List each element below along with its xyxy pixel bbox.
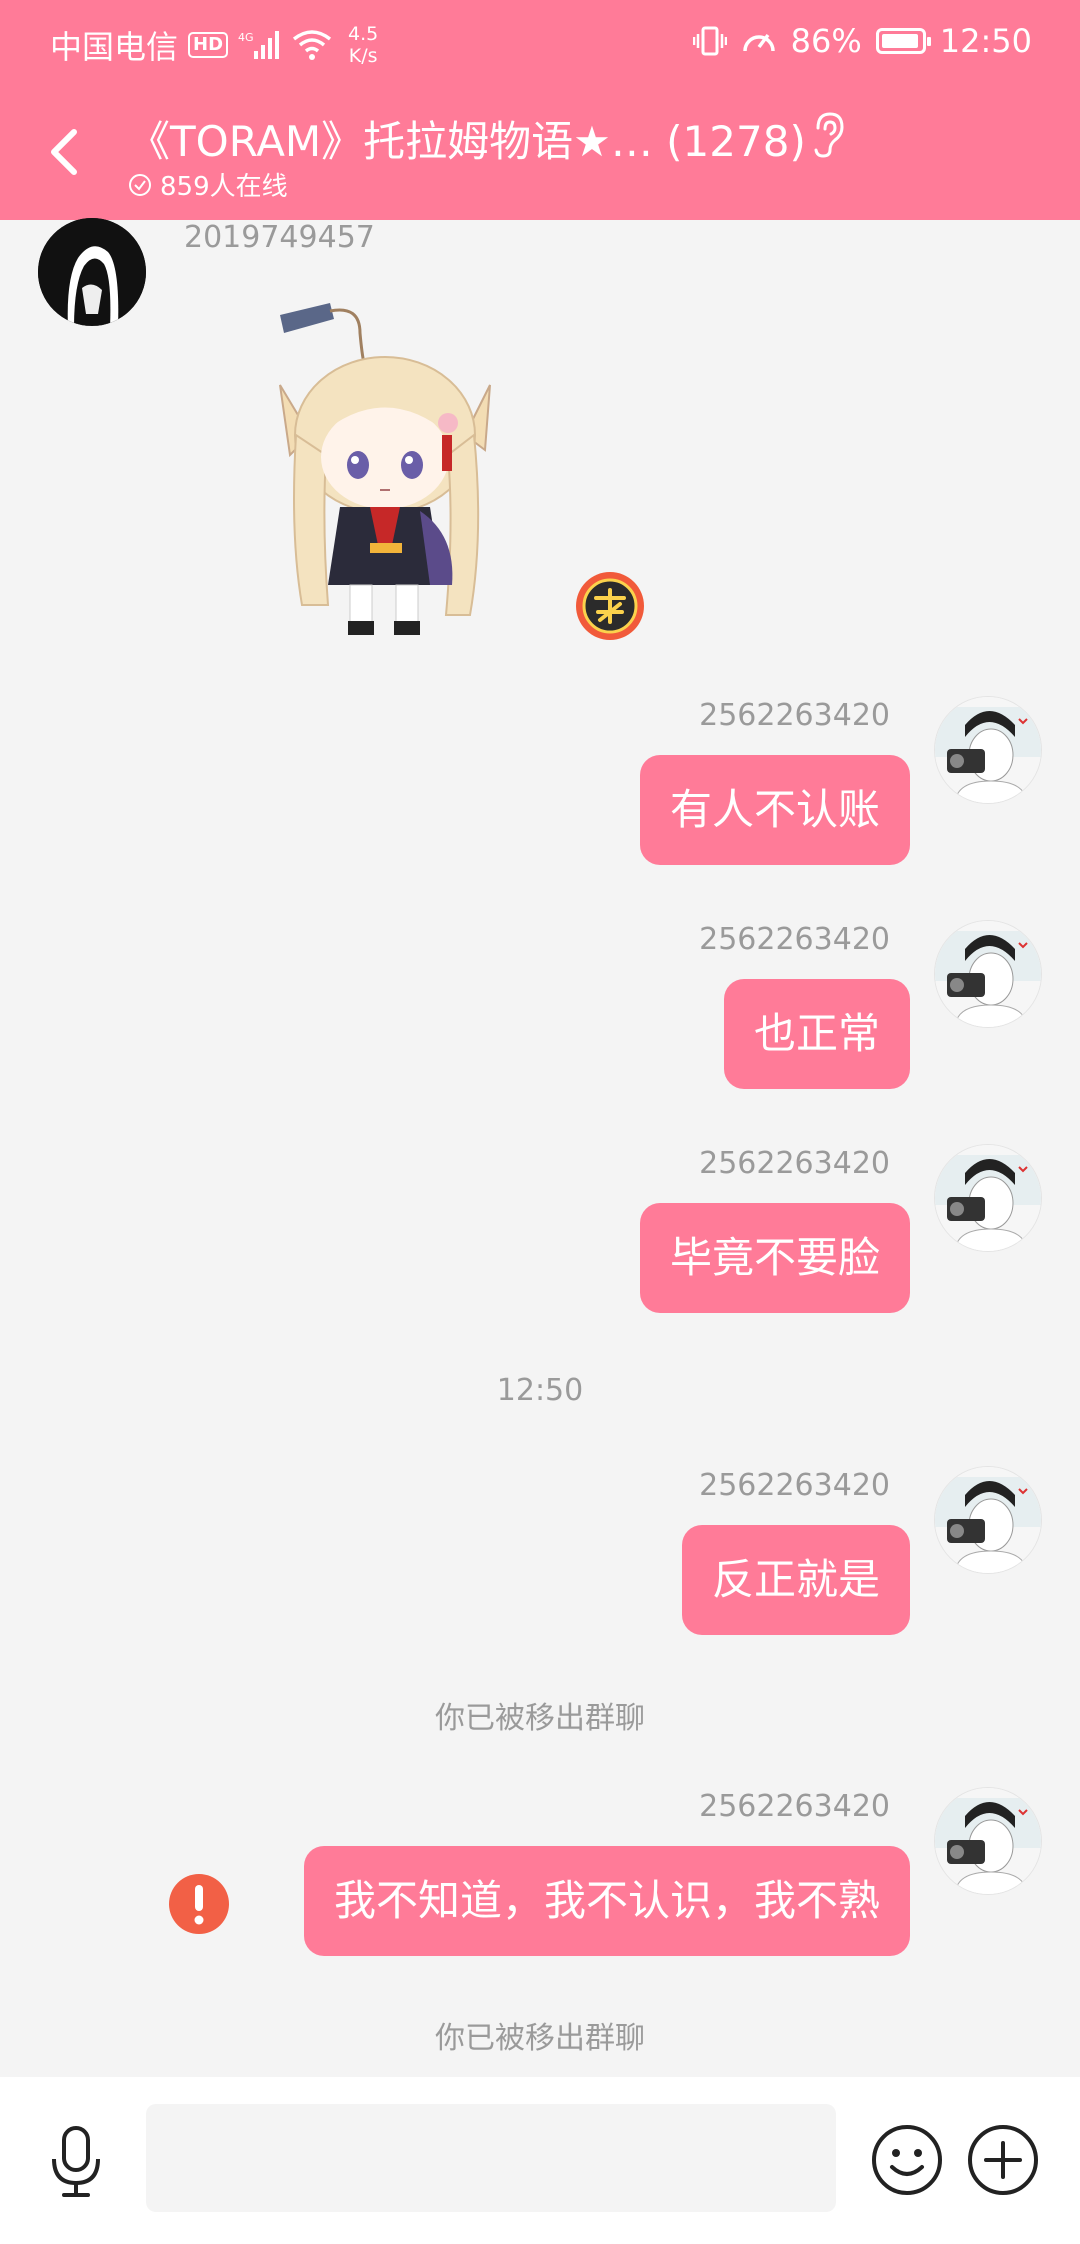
status-time: 12:50 xyxy=(939,22,1032,60)
speed-gauge-icon xyxy=(742,33,775,52)
timestamp: 12:50 xyxy=(496,1373,584,1408)
avatar-self[interactable] xyxy=(934,696,1042,804)
avatar-other-user[interactable] xyxy=(38,218,146,326)
hd-badge: HD xyxy=(188,32,229,58)
send-failed-icon[interactable] xyxy=(168,1873,230,1935)
avatar-sketch-icon xyxy=(935,921,1041,1027)
avatar-sketch-icon xyxy=(935,1145,1041,1251)
avatar-self[interactable] xyxy=(934,1466,1042,1574)
online-check-icon xyxy=(129,173,151,196)
message-bubble[interactable]: 有人不认账 xyxy=(639,755,910,865)
avatar-sketch-icon xyxy=(935,1788,1041,1894)
input-bar xyxy=(0,2077,1080,2244)
svg-text:4G: 4G xyxy=(238,31,254,44)
avatar-silhouette-icon xyxy=(38,218,146,326)
battery-percent: 86% xyxy=(790,22,862,60)
net-speed: 4.5 K/s xyxy=(348,23,379,67)
sticker-image[interactable] xyxy=(270,285,515,645)
wifi-icon xyxy=(292,30,332,60)
status-bar: 中国电信 HD 4G 4.5 K/s 86% 12:50 xyxy=(0,0,1080,88)
message-bubble[interactable]: 也正常 xyxy=(723,979,910,1089)
group-title[interactable]: 《TORAM》托拉姆物语★… (1278) xyxy=(128,108,806,169)
system-message: 你已被移出群聊 xyxy=(435,2021,645,2056)
sender-name: 2562263420 xyxy=(699,922,890,957)
ear-icon[interactable] xyxy=(808,110,848,160)
avatar-self[interactable] xyxy=(934,1787,1042,1895)
battery-icon xyxy=(875,28,931,54)
message-bubble[interactable]: 我不知道，我不认识，我不熟 xyxy=(303,1846,910,1956)
message-bubble[interactable]: 反正就是 xyxy=(681,1525,910,1635)
sender-name: 2562263420 xyxy=(699,1146,890,1181)
reaction-badge-icon[interactable] xyxy=(574,570,646,642)
avatar-sketch-icon xyxy=(935,1467,1041,1573)
emoji-icon[interactable] xyxy=(870,2123,944,2197)
avatar-self[interactable] xyxy=(934,920,1042,1028)
sender-name: 2562263420 xyxy=(699,1468,890,1503)
sender-name: 2019749457 xyxy=(184,220,375,255)
online-count: 859人在线 xyxy=(128,166,288,203)
sender-name: 2562263420 xyxy=(699,698,890,733)
message-input[interactable] xyxy=(146,2104,836,2212)
microphone-icon[interactable] xyxy=(48,2125,104,2199)
online-count-text: 859人在线 xyxy=(160,172,288,202)
chat-header: 中国电信 HD 4G 4.5 K/s 86% 12:50 《TORAM》托拉姆物… xyxy=(0,0,1080,220)
signal-icon: 4G xyxy=(238,31,280,59)
message-bubble[interactable]: 毕竟不要脸 xyxy=(639,1203,910,1313)
plus-icon[interactable] xyxy=(966,2123,1040,2197)
sender-name: 2562263420 xyxy=(699,1789,890,1824)
back-arrow-icon[interactable] xyxy=(40,120,84,184)
vibrate-icon xyxy=(692,26,727,56)
system-message: 你已被移出群聊 xyxy=(435,1701,645,1736)
carrier-label: 中国电信 xyxy=(50,28,179,66)
avatar-sketch-icon xyxy=(935,697,1041,803)
avatar-self[interactable] xyxy=(934,1144,1042,1252)
